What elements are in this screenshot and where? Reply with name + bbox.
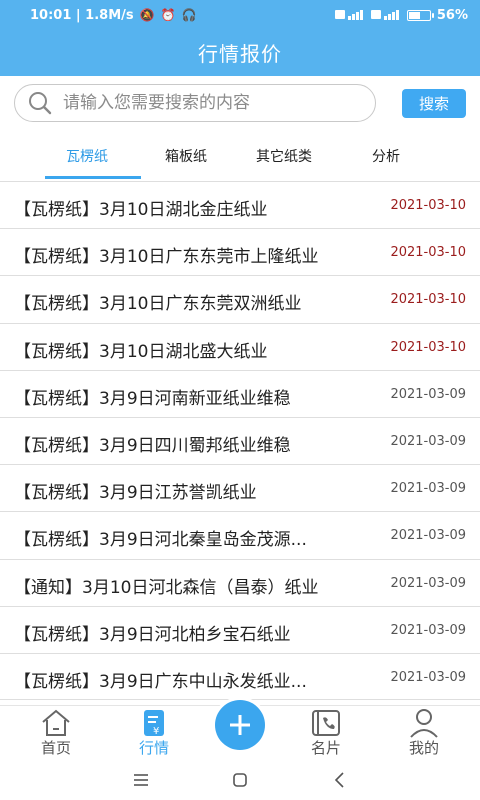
list-item-title: 【瓦楞纸】3月9日河南新亚纸业维稳 <box>14 388 291 409</box>
system-nav-bar <box>0 760 480 800</box>
list-item-date: 2021-03-10 <box>390 245 466 261</box>
alarm-icon: ⏰ <box>160 8 176 22</box>
list-item[interactable]: 【瓦楞纸】3月9日河南新亚纸业维稳 2021-03-09 <box>0 369 480 417</box>
search-button[interactable]: 搜索 <box>402 89 466 118</box>
list-item-date: 2021-03-09 <box>390 669 466 685</box>
search-field[interactable] <box>14 84 376 122</box>
tab-boxboard[interactable]: 箱板纸 <box>165 146 207 166</box>
tab-corrugated[interactable]: 瓦楞纸 <box>66 146 108 166</box>
add-button[interactable] <box>215 700 265 750</box>
list-item[interactable]: 【瓦楞纸】3月9日广东中山永发纸业... 2021-03-09 <box>0 652 480 701</box>
list-item-title: 【瓦楞纸】3月9日四川蜀邦纸业维稳 <box>14 435 291 456</box>
list-item[interactable]: 【瓦楞纸】3月9日江苏誉凯纸业 2021-03-09 <box>0 464 480 511</box>
list-item-title: 【瓦楞纸】3月9日河北柏乡宝石纸业 <box>14 624 291 645</box>
nav-quotes[interactable]: ¥ 行情 <box>114 706 194 761</box>
list-item-title: 【瓦楞纸】3月9日广东中山永发纸业... <box>14 671 307 692</box>
list-item[interactable]: 【瓦楞纸】3月9日河北柏乡宝石纸业 2021-03-09 <box>0 605 480 653</box>
list-item[interactable]: 【瓦楞纸】3月10日湖北金庄纸业 2021-03-10 <box>0 181 480 228</box>
plus-icon <box>230 715 250 735</box>
list-item-title: 【瓦楞纸】3月10日广东东莞市上隆纸业 <box>14 247 319 268</box>
quote-icon: ¥ <box>144 710 164 737</box>
tab-other-paper[interactable]: 其它纸类 <box>256 146 312 166</box>
list-item[interactable]: 【瓦楞纸】3月10日广东东莞双洲纸业 2021-03-10 <box>0 275 480 322</box>
battery-icon <box>406 9 434 21</box>
list-item-date: 2021-03-09 <box>390 622 466 638</box>
battery-level <box>408 11 420 19</box>
nav-home-label: 首页 <box>40 739 71 757</box>
svg-text:¥: ¥ <box>153 726 159 737</box>
list-item[interactable]: 【通知】3月10日河北森信（昌泰）纸业 2021-03-09 <box>0 558 480 606</box>
battery-percent: 56% <box>436 7 468 23</box>
app-header: 10:01 | 1.8M/s 🔕 ⏰ 🎧 56% 行情报价 <box>0 0 480 76</box>
nav-quotes-label: 行情 <box>138 739 169 757</box>
list-item-date: 2021-03-09 <box>390 433 466 449</box>
quote-list: 【瓦楞纸】3月10日湖北金庄纸业 2021-03-10 【瓦楞纸】3月10日广东东莞… <box>0 181 480 701</box>
nav-mine-label: 我的 <box>408 739 439 757</box>
list-item[interactable]: 【瓦楞纸】3月9日河北秦皇岛金茂源... 2021-03-09 <box>0 511 480 558</box>
status-bar: 10:01 | 1.8M/s 🔕 ⏰ 🎧 56% <box>0 0 480 30</box>
list-item-title: 【瓦楞纸】3月10日湖北盛大纸业 <box>14 341 268 362</box>
list-item-date: 2021-03-09 <box>390 575 466 591</box>
back-icon[interactable] <box>328 768 352 792</box>
search-input[interactable] <box>63 93 353 113</box>
user-icon <box>410 709 438 738</box>
nav-card-label: 名片 <box>310 739 341 757</box>
tab-analysis[interactable]: 分析 <box>372 146 400 166</box>
home-square-icon[interactable] <box>228 768 252 792</box>
list-item-title: 【通知】3月10日河北森信（昌泰）纸业 <box>14 577 319 598</box>
search-icon <box>29 92 52 115</box>
list-item-date: 2021-03-10 <box>390 339 466 355</box>
list-item-title: 【瓦楞纸】3月9日河北秦皇岛金茂源... <box>14 530 307 551</box>
list-item-title: 【瓦楞纸】3月9日江苏誉凯纸业 <box>14 483 257 504</box>
nav-mine[interactable]: 我的 <box>384 706 464 761</box>
list-item[interactable]: 【瓦楞纸】3月10日广东东莞市上隆纸业 2021-03-10 <box>0 228 480 275</box>
nav-home[interactable]: 首页 <box>16 706 96 761</box>
mute-icon: 🔕 <box>139 8 155 22</box>
home-icon <box>42 709 70 736</box>
hd-signal-icon <box>334 10 363 20</box>
status-time: 10:01 | 1.8M/s <box>30 7 134 23</box>
list-item-date: 2021-03-09 <box>390 386 466 402</box>
headset-icon: 🎧 <box>181 8 197 22</box>
list-item-date: 2021-03-10 <box>390 292 466 308</box>
list-item[interactable]: 【瓦楞纸】3月9日四川蜀邦纸业维稳 2021-03-09 <box>0 416 480 464</box>
nav-card[interactable]: 名片 <box>286 706 366 761</box>
list-item[interactable]: 【瓦楞纸】3月10日湖北盛大纸业 2021-03-10 <box>0 322 480 370</box>
list-item-date: 2021-03-09 <box>390 528 466 544</box>
hd-signal-icon <box>370 10 399 20</box>
menu-icon[interactable] <box>129 768 153 792</box>
category-tabs: 瓦楞纸 箱板纸 其它纸类 分析 <box>0 134 480 180</box>
active-tab-indicator <box>45 176 141 179</box>
page-title: 行情报价 <box>198 42 282 66</box>
search-bar: 搜索 <box>0 80 480 128</box>
list-item-title: 【瓦楞纸】3月10日湖北金庄纸业 <box>14 200 268 220</box>
list-item-date: 2021-03-10 <box>390 198 466 213</box>
list-item-title: 【瓦楞纸】3月10日广东东莞双洲纸业 <box>14 294 302 315</box>
card-icon <box>312 710 340 736</box>
list-item-date: 2021-03-09 <box>390 481 466 497</box>
